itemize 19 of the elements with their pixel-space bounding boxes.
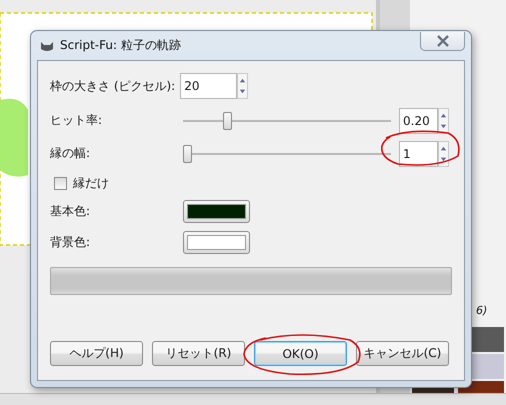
slider-thumb[interactable] xyxy=(183,144,192,162)
field-label: ヒット率: xyxy=(50,112,104,129)
checkbox[interactable] xyxy=(54,176,67,190)
close-icon xyxy=(436,34,450,46)
field-label: 背景色: xyxy=(50,234,92,251)
dialog-button[interactable]: リセット(R) xyxy=(152,341,245,366)
checkbox-label: 縁だけ xyxy=(73,174,109,192)
panel-text: 6) xyxy=(476,304,488,317)
field-label: 枠の大きさ (ピクセル): xyxy=(50,78,176,94)
field-label: 縁の幅: xyxy=(50,145,92,162)
dialog-button[interactable]: キャンセル(C) xyxy=(356,341,449,366)
close-button[interactable] xyxy=(420,32,465,50)
dialog-button[interactable]: OK(O) xyxy=(254,341,347,366)
color-button[interactable] xyxy=(183,200,250,223)
window-title: Script-Fu: 粒子の軌跡 xyxy=(60,37,181,54)
field-label: 基本色: xyxy=(50,203,92,220)
color-button[interactable] xyxy=(183,231,250,254)
dialog-button[interactable]: ヘルプ(H) xyxy=(50,341,143,366)
slider-thumb[interactable] xyxy=(223,112,232,130)
